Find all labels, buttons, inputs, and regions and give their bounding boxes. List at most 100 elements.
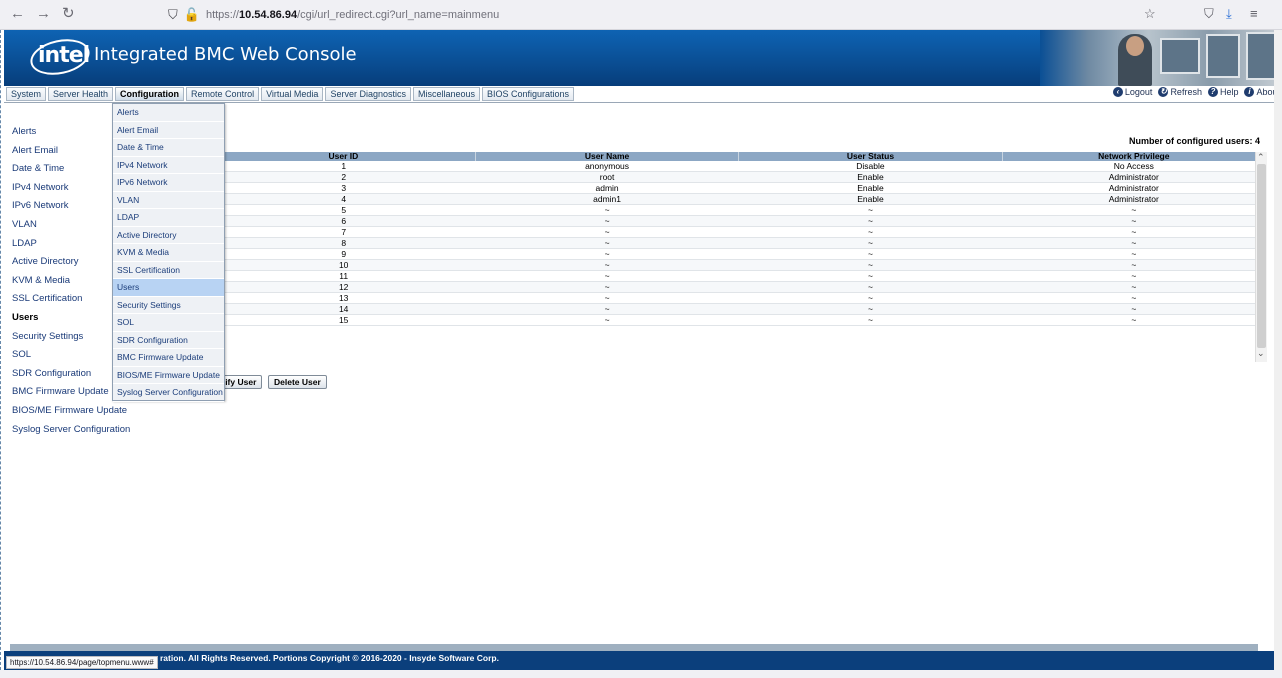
table-cell: ~	[1002, 314, 1266, 327]
table-cell: ~	[1002, 259, 1266, 272]
table-row[interactable]: 7 ~ ~ ~	[212, 226, 1266, 239]
bookmark-star-icon[interactable]: ☆	[1144, 6, 1156, 22]
reload-icon[interactable]: ↻	[62, 5, 75, 23]
horizontal-scrollbar[interactable]	[10, 644, 1258, 651]
table-cell: ~	[1002, 292, 1266, 305]
table-row[interactable]: 1 anonymous Disable No Access	[212, 161, 1266, 173]
menu-item-bios-me-firmware-update[interactable]: BIOS/ME Firmware Update	[113, 367, 224, 384]
column-header-user-status[interactable]: User Status	[738, 152, 1003, 161]
table-row[interactable]: 3 admin Enable Administrator	[212, 182, 1266, 195]
menu-item-alert-email[interactable]: Alert Email	[113, 122, 224, 139]
menu-item-ldap[interactable]: LDAP	[113, 209, 224, 227]
table-cell: anonymous	[475, 161, 739, 173]
table-row[interactable]: 4 admin1 Enable Administrator	[212, 193, 1266, 206]
table-cell: ~	[475, 215, 739, 228]
menu-item-users[interactable]: Users	[113, 279, 224, 297]
table-cell: ~	[738, 226, 1003, 239]
menu-item-security-settings[interactable]: Security Settings	[113, 297, 224, 314]
chevron-down-icon[interactable]: ⌄	[1257, 348, 1265, 359]
logout-link[interactable]: ‹ Logout	[1112, 87, 1152, 97]
tab-configuration[interactable]: Configuration	[115, 87, 185, 101]
column-header-network-privilege[interactable]: Network Privilege	[1002, 152, 1266, 161]
table-row[interactable]: 12 ~ ~ ~	[212, 281, 1266, 294]
column-header-user-id[interactable]: User ID	[212, 152, 476, 161]
logout-icon: ‹	[1112, 87, 1123, 97]
tab-server-diagnostics[interactable]: Server Diagnostics	[325, 87, 411, 101]
table-cell: ~	[738, 248, 1003, 261]
table-row[interactable]: 10 ~ ~ ~	[212, 259, 1266, 272]
table-cell: 14	[212, 303, 476, 316]
delete-user-button[interactable]: Delete User	[268, 375, 327, 389]
tab-server-health[interactable]: Server Health	[48, 87, 114, 101]
menu-item-ssl-certification[interactable]: SSL Certification	[113, 262, 224, 279]
table-cell: admin1	[475, 193, 739, 206]
menu-item-ipv6-network[interactable]: IPv6 Network	[113, 174, 224, 192]
table-row[interactable]: 8 ~ ~ ~	[212, 237, 1266, 250]
shield-icon: ⛉	[168, 7, 178, 22]
menu-item-bmc-firmware-update[interactable]: BMC Firmware Update	[113, 349, 224, 367]
header-photo	[1040, 30, 1282, 86]
table-row[interactable]: 14 ~ ~ ~	[212, 303, 1266, 316]
table-cell: ~	[475, 259, 739, 272]
menu-item-syslog-server-configuration[interactable]: Syslog Server Configuration	[113, 384, 224, 402]
url-text[interactable]: https://10.54.86.94/cgi/url_redirect.cgi…	[206, 9, 499, 21]
help-link[interactable]: ? Help	[1207, 87, 1238, 97]
table-cell: ~	[1002, 204, 1266, 217]
table-cell: ~	[475, 270, 739, 283]
pocket-icon[interactable]: ⛉	[1204, 6, 1214, 22]
table-cell: ~	[1002, 270, 1266, 283]
tab-remote-control[interactable]: Remote Control	[186, 87, 260, 101]
menu-item-alerts[interactable]: Alerts	[113, 104, 224, 122]
configuration-dropdown-menu: Alerts Alert Email Date & Time IPv4 Netw…	[112, 103, 225, 402]
table-cell: ~	[475, 248, 739, 261]
nav-item-bios-me-firmware-update[interactable]: BIOS/ME Firmware Update	[12, 402, 130, 421]
menu-item-ipv4-network[interactable]: IPv4 Network	[113, 157, 224, 174]
table-cell: ~	[738, 215, 1003, 228]
table-row[interactable]: 9 ~ ~ ~	[212, 248, 1266, 261]
copyright-text: ration. All Rights Reserved. Portions Co…	[160, 653, 499, 663]
nav-item-syslog-server-configuration[interactable]: Syslog Server Configuration	[12, 421, 130, 440]
table-row[interactable]: 11 ~ ~ ~	[212, 270, 1266, 283]
menu-item-vlan[interactable]: VLAN	[113, 192, 224, 209]
table-row[interactable]: 5 ~ ~ ~	[212, 204, 1266, 217]
table-row[interactable]: 6 ~ ~ ~	[212, 215, 1266, 228]
page-vertical-scrollbar[interactable]	[1274, 30, 1282, 670]
user-table: User ID User Name User Status Network Pr…	[212, 152, 1266, 327]
table-cell: Administrator	[1002, 193, 1266, 206]
menu-item-sdr-configuration[interactable]: SDR Configuration	[113, 332, 224, 349]
column-header-user-name[interactable]: User Name	[475, 152, 740, 161]
table-row[interactable]: 15 ~ ~ ~	[212, 314, 1266, 327]
table-cell: ~	[475, 314, 739, 327]
table-cell: ~	[738, 303, 1003, 316]
user-table-body: 1 anonymous Disable No Access 2 root Enable Adm…	[212, 161, 1266, 327]
table-cell: 10	[212, 259, 476, 272]
table-cell: 15	[212, 314, 476, 327]
table-scrollbar[interactable]: ⌃ ⌄	[1255, 152, 1267, 362]
back-arrow-icon[interactable]: ←	[10, 5, 25, 23]
menu-item-sol[interactable]: SOL	[113, 314, 224, 332]
table-cell: ~	[1002, 303, 1266, 316]
lock-warning-icon[interactable]: 🔓	[184, 7, 200, 23]
tab-miscellaneous[interactable]: Miscellaneous	[412, 87, 481, 101]
menu-item-kvm-media[interactable]: KVM & Media	[113, 244, 224, 262]
table-cell: 1	[212, 161, 476, 173]
page-title: Integrated BMC Web Console	[94, 44, 357, 65]
scrollbar-thumb[interactable]	[1257, 164, 1266, 348]
menu-item-active-directory[interactable]: Active Directory	[113, 227, 224, 244]
table-cell: 13	[212, 292, 476, 305]
download-icon[interactable]: ⤓	[1226, 6, 1232, 22]
address-bar[interactable]: ⛉ 🔓 https://10.54.86.94/cgi/url_redirect…	[168, 6, 499, 24]
menu-icon[interactable]: ≡	[1250, 6, 1258, 21]
tab-bios-configurations[interactable]: BIOS Configurations	[482, 87, 575, 101]
tab-virtual-media[interactable]: Virtual Media	[261, 87, 324, 101]
table-cell: ~	[738, 270, 1003, 283]
table-cell: ~	[738, 292, 1003, 305]
refresh-link[interactable]: ↻ Refresh	[1158, 87, 1202, 97]
table-cell: ~	[475, 303, 739, 316]
forward-arrow-icon[interactable]: →	[36, 5, 51, 23]
tab-system[interactable]: System	[6, 87, 47, 101]
menu-item-date-time[interactable]: Date & Time	[113, 139, 224, 157]
table-row[interactable]: 2 root Enable Administrator	[212, 171, 1266, 184]
chevron-up-icon[interactable]: ⌃	[1257, 152, 1265, 163]
table-row[interactable]: 13 ~ ~ ~	[212, 292, 1266, 305]
